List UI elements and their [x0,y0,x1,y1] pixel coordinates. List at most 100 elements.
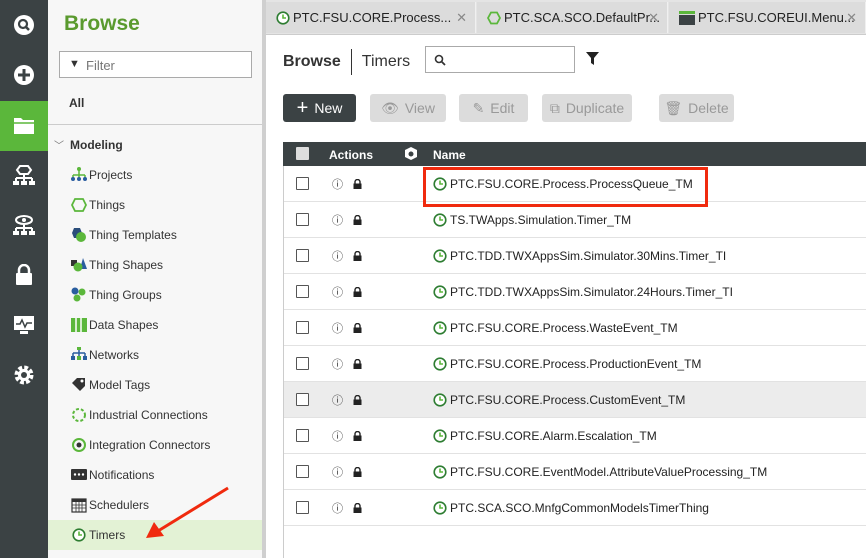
sidebar-item-things[interactable]: Things [48,190,262,220]
folder-icon [14,118,34,134]
thing-type-icon [405,147,417,160]
rail-search[interactable] [0,0,48,50]
trash-icon: 🗑 [664,99,683,116]
monitor-icon [14,316,34,334]
info-icon[interactable]: ⓘ [332,464,343,480]
filter-input[interactable]: ▼ Filter [59,51,252,78]
timer-icon [433,393,447,407]
sidebar-item-integration-connectors[interactable]: Integration Connectors [48,430,262,460]
timer-name-link[interactable]: PTC.SCA.SCO.MnfgCommonModelsTimerThing [450,501,709,515]
info-icon[interactable]: ⓘ [332,356,343,372]
row-checkbox[interactable] [296,393,309,406]
close-icon[interactable]: ✕ [846,10,857,26]
modeling-section[interactable]: ﹀ Modeling [54,137,123,152]
info-icon[interactable]: ⓘ [332,320,343,336]
delete-button[interactable]: 🗑 Delete [659,94,734,122]
table-row[interactable]: ⓘ PTC.TDD.TWXAppsSim.Simulator.24Hours.Ti… [283,274,866,310]
lock-icon[interactable] [353,394,362,408]
rail-lock[interactable] [0,250,48,300]
row-checkbox[interactable] [296,357,309,370]
tab-1[interactable]: PTC.FSU.CORE.Process... ✕ [266,2,476,33]
table-row[interactable]: ⓘ TS.TWApps.Simulation.Timer_TM [283,202,866,238]
lock-icon[interactable] [353,178,362,192]
search-input[interactable] [425,46,575,73]
table-row[interactable]: ⓘ PTC.FSU.CORE.Process.WasteEvent_TM [283,310,866,346]
info-icon[interactable]: ⓘ [332,212,343,228]
lock-icon[interactable] [353,358,362,372]
rail-gear[interactable] [0,350,48,400]
lock-icon[interactable] [353,286,362,300]
sidebar-item-thing-shapes[interactable]: Thing Shapes [48,250,262,280]
timer-name-link[interactable]: PTC.TDD.TWXAppsSim.Simulator.30Mins.Time… [450,249,726,263]
duplicate-button[interactable]: ⧉ Duplicate [542,94,632,122]
sidebar-item-thing-groups[interactable]: Thing Groups [48,280,262,310]
row-checkbox[interactable] [296,213,309,226]
things-icon [71,198,87,212]
tab-2[interactable]: PTC.SCA.SCO.DefaultPr... ✕ [477,2,668,33]
select-all-checkbox[interactable] [296,147,309,160]
breadcrumb-root[interactable]: Browse [283,53,341,71]
table-row[interactable]: ⓘ PTC.FSU.CORE.Process.CustomEvent_TM [283,382,866,418]
new-button[interactable]: + New [283,94,356,122]
info-icon[interactable]: ⓘ [332,392,343,408]
timer-name-link[interactable]: TS.TWApps.Simulation.Timer_TM [450,213,631,227]
sidebar-item-label: Model Tags [89,378,151,392]
lock-icon[interactable] [353,214,362,228]
row-checkbox[interactable] [296,501,309,514]
row-checkbox[interactable] [296,177,309,190]
sidebar-item-label: Thing Groups [89,288,162,302]
sidebar-item-networks[interactable]: Networks [48,340,262,370]
info-icon[interactable]: ⓘ [332,500,343,516]
actions-header[interactable]: Actions [329,148,373,162]
filter-icon[interactable] [586,52,599,65]
row-checkbox[interactable] [296,285,309,298]
sidebar-item-industrial-connections[interactable]: Industrial Connections [48,400,262,430]
lock-icon[interactable] [353,502,362,516]
rail-plus[interactable] [0,50,48,100]
rail-monitor[interactable] [0,300,48,350]
name-header[interactable]: Name [433,148,466,162]
row-checkbox[interactable] [296,465,309,478]
row-checkbox[interactable] [296,249,309,262]
lock-icon[interactable] [353,466,362,480]
tab-3[interactable]: PTC.FSU.COREUI.Menu... ✕ [669,2,866,33]
sidebar-item-label: Integration Connectors [89,438,211,452]
row-checkbox[interactable] [296,321,309,334]
info-icon[interactable]: ⓘ [332,176,343,192]
sidebar-item-thing-templates[interactable]: Thing Templates [48,220,262,250]
view-button[interactable]: 👁 View [370,94,446,122]
splitter[interactable] [262,0,266,558]
info-icon[interactable]: ⓘ [332,284,343,300]
table-row[interactable]: ⓘ PTC.SCA.SCO.MnfgCommonModelsTimerThing [283,490,866,526]
all-link[interactable]: All [69,96,84,110]
info-icon[interactable]: ⓘ [332,428,343,444]
lock-icon[interactable] [353,250,362,264]
table-row[interactable]: ⓘ PTC.FSU.CORE.Alarm.Escalation_TM [283,418,866,454]
sidebar-item-projects[interactable]: Projects [48,160,262,190]
edit-button[interactable]: ✎ Edit [459,94,528,122]
info-icon[interactable]: ⓘ [332,248,343,264]
timer-name-link[interactable]: PTC.FSU.CORE.Alarm.Escalation_TM [450,429,657,443]
lock-icon[interactable] [353,322,362,336]
timer-name-link[interactable]: PTC.FSU.CORE.EventModel.AttributeValuePr… [450,465,767,479]
table-row[interactable]: ⓘ PTC.FSU.CORE.EventModel.AttributeValueP… [283,454,866,490]
gear-icon [14,365,34,385]
plus-icon: + [296,96,309,119]
timer-name-link[interactable]: PTC.FSU.CORE.Process.WasteEvent_TM [450,321,678,335]
table-row[interactable]: ⓘ PTC.FSU.CORE.Process.ProductionEvent_TM [283,346,866,382]
rail-monitor-hierarchy[interactable] [0,201,48,251]
row-checkbox[interactable] [296,429,309,442]
table-row[interactable]: ⓘ PTC.TDD.TWXAppsSim.Simulator.30Mins.Tim… [283,238,866,274]
timer-icon [433,285,447,299]
rail-hierarchy[interactable] [0,151,48,201]
close-icon[interactable]: ✕ [456,10,467,26]
sidebar-item-label: Things [89,198,126,212]
timer-name-link[interactable]: PTC.TDD.TWXAppsSim.Simulator.24Hours.Tim… [450,285,733,299]
sidebar-item-model-tags[interactable]: Model Tags [48,370,262,400]
lock-icon[interactable] [353,430,362,444]
rail-folder[interactable] [0,101,48,151]
sidebar-item-data-shapes[interactable]: Data Shapes [48,310,262,340]
timer-name-link[interactable]: PTC.FSU.CORE.Process.ProductionEvent_TM [450,357,701,371]
timer-name-link[interactable]: PTC.FSU.CORE.Process.CustomEvent_TM [450,393,685,407]
close-icon[interactable]: ✕ [648,10,659,26]
